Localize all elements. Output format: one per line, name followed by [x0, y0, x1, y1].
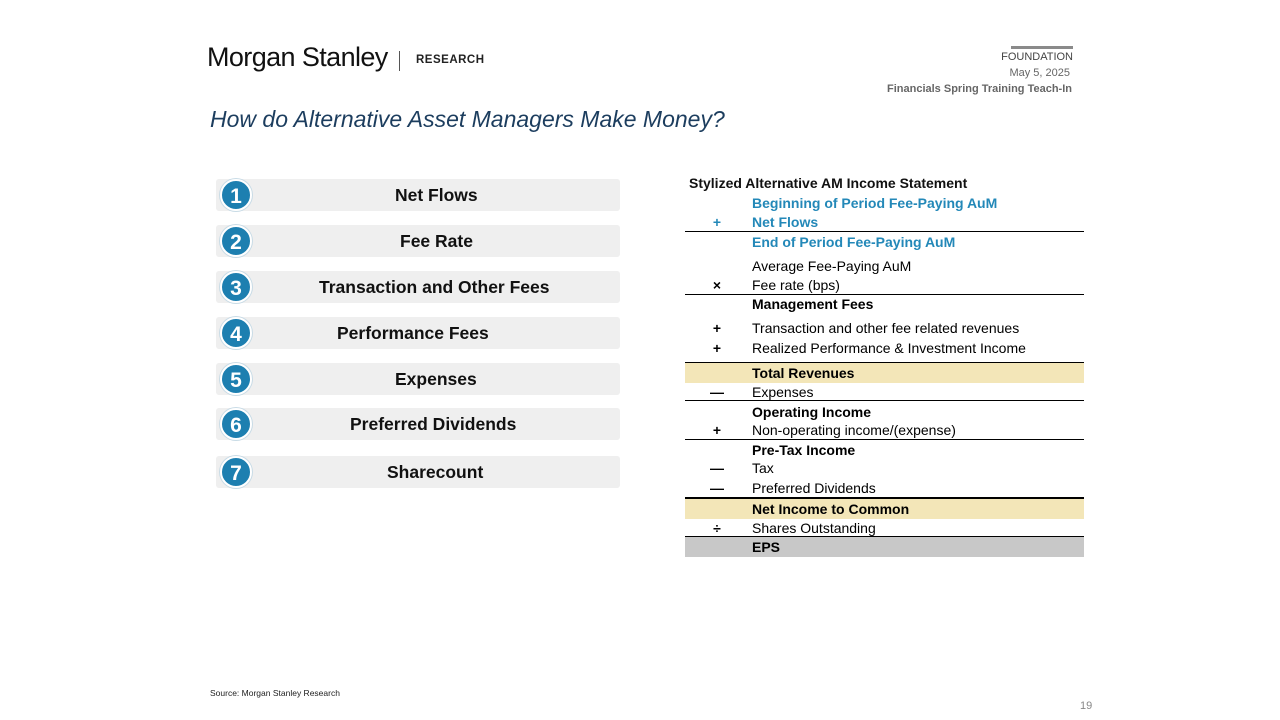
statement-row: + Net Flows: [685, 212, 1084, 232]
statement-row-symbol: —: [710, 460, 724, 476]
driver-label: Fee Rate: [400, 231, 473, 251]
statement-row-label: Average Fee-Paying AuM: [752, 258, 912, 274]
statement-row-label: Pre-Tax Income: [752, 442, 856, 458]
driver-label: Performance Fees: [337, 323, 489, 343]
statement-row-label: Net Flows: [752, 214, 819, 230]
statement-row: + Realized Performance & Investment Inco…: [685, 338, 1084, 358]
driver-number-badge: 5: [220, 363, 252, 395]
statement-row-symbol: —: [710, 384, 724, 400]
statement-row-symbol: ×: [712, 277, 722, 293]
driver-number-badge: 2: [220, 225, 252, 257]
statement-row-symbol: +: [712, 214, 722, 230]
statement-row-label: Operating Income: [752, 404, 872, 420]
driver-item: 5 Expenses: [216, 363, 620, 395]
driver-label: Sharecount: [387, 462, 484, 482]
statement-row: — Tax: [685, 458, 1084, 478]
statement-row-label: Beginning of Period Fee-Paying AuM: [752, 195, 998, 211]
driver-item: 4 Performance Fees: [216, 317, 620, 349]
statement-row-label: Preferred Dividends: [752, 480, 876, 496]
report-type: FOUNDATION: [1001, 51, 1073, 63]
driver-number-badge: 1: [220, 179, 252, 211]
statement-row-symbol: —: [710, 480, 724, 496]
division-label: RESEARCH: [416, 54, 485, 66]
statement-row: + Transaction and other fee related reve…: [685, 318, 1084, 338]
report-date: May 5, 2025: [1009, 67, 1070, 79]
driver-label: Preferred Dividends: [350, 414, 517, 434]
statement-row-highlight: Net Income to Common: [685, 499, 1084, 519]
statement-row: Pre-Tax Income: [685, 440, 1084, 460]
statement-row-total: EPS: [685, 537, 1084, 557]
page-title: How do Alternative Asset Managers Make M…: [210, 106, 725, 132]
statement-row-symbol: +: [712, 422, 722, 438]
statement-row-symbol: +: [712, 320, 722, 336]
driver-item: 7 Sharecount: [216, 456, 620, 488]
statement-row-label: Expenses: [752, 384, 814, 400]
statement-row: Operating Income: [685, 402, 1084, 422]
statement-row-label: End of Period Fee-Paying AuM: [752, 234, 956, 250]
statement-row-label: Management Fees: [752, 296, 874, 312]
statement-row: Beginning of Period Fee-Paying AuM: [685, 193, 1084, 213]
event-name: Financials Spring Training Teach-In: [887, 83, 1072, 95]
source-note: Source: Morgan Stanley Research: [210, 688, 340, 698]
statement-row: + Non-operating income/(expense): [685, 420, 1084, 440]
driver-number-badge: 7: [220, 456, 252, 488]
statement-row-label: Transaction and other fee related revenu…: [752, 320, 1020, 336]
driver-item: 1 Net Flows: [216, 179, 620, 211]
driver-number-badge: 4: [220, 317, 252, 349]
statement-row-label: EPS: [752, 539, 781, 555]
statement-row-label: Fee rate (bps): [752, 277, 840, 293]
statement-row-label: Non-operating income/(expense): [752, 422, 956, 438]
statement-row: — Expenses: [685, 382, 1084, 402]
report-type-bar: [1011, 46, 1073, 49]
driver-item: 6 Preferred Dividends: [216, 408, 620, 440]
divider-line: [685, 400, 1084, 401]
statement-row: ÷ Shares Outstanding: [685, 518, 1084, 538]
driver-number-badge: 6: [220, 408, 252, 440]
driver-number-badge: 3: [220, 271, 252, 303]
driver-label: Transaction and Other Fees: [319, 277, 550, 297]
statement-row-label: Realized Performance & Investment Income: [752, 340, 1026, 356]
statement-row-label: Net Income to Common: [752, 501, 910, 517]
statement-row: — Preferred Dividends: [685, 478, 1084, 498]
statement-row: × Fee rate (bps): [685, 275, 1084, 295]
statement-row-symbol: +: [712, 340, 722, 356]
driver-item: 3 Transaction and Other Fees: [216, 271, 620, 303]
driver-label: Net Flows: [395, 185, 478, 205]
page-number: 19: [1080, 700, 1093, 712]
driver-label: Expenses: [395, 369, 477, 389]
statement-row-symbol: ÷: [713, 520, 721, 536]
statement-row-highlight: Total Revenues: [685, 363, 1084, 383]
statement-row: End of Period Fee-Paying AuM: [685, 232, 1084, 252]
statement-row: Management Fees: [685, 294, 1084, 314]
statement-row: Average Fee-Paying AuM: [685, 256, 1084, 276]
statement-title: Stylized Alternative AM Income Statement: [689, 175, 968, 191]
statement-row-label: Total Revenues: [752, 365, 855, 381]
statement-row-label: Tax: [752, 460, 774, 476]
driver-item: 2 Fee Rate: [216, 225, 620, 257]
brand-divider: [399, 51, 400, 71]
statement-row-label: Shares Outstanding: [752, 520, 876, 536]
brand-logo: Morgan Stanley: [207, 42, 388, 72]
